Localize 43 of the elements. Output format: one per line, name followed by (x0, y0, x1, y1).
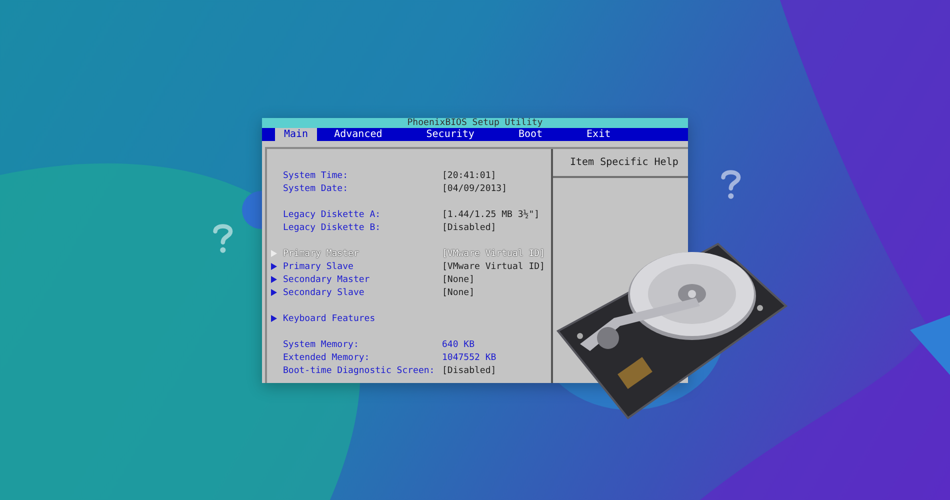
setting-row[interactable]: Secondary Slave [None] (267, 286, 475, 299)
triangle-shape (910, 315, 950, 375)
setting-label: Primary Slave (283, 262, 354, 272)
pointer-icon (271, 315, 277, 322)
setting-row[interactable]: Primary Slave [VMware Virtual ID] (267, 260, 545, 273)
question-mark-icon (719, 168, 743, 200)
setting-label: Boot-time Diagnostic Screen: (283, 366, 436, 376)
setting-value: 1047552 KB (442, 352, 496, 362)
setting-value: [20:41:01] (442, 170, 496, 180)
setting-row[interactable]: Legacy Diskette B: [Disabled] (267, 221, 496, 234)
setting-row[interactable]: System Memory: 640 KB (267, 338, 475, 351)
setting-row[interactable]: Secondary Master [None] (267, 273, 475, 286)
setting-row[interactable]: Extended Memory: 1047552 KB (267, 351, 496, 364)
setting-row[interactable]: Keyboard Features (267, 312, 442, 325)
setting-label: Legacy Diskette B: (283, 222, 382, 232)
setting-value: [None] (442, 274, 475, 284)
menu-tab[interactable]: Advanced (325, 128, 392, 141)
setting-value: 640 KB (442, 340, 475, 350)
setting-label: System Date: (283, 184, 350, 194)
setting-row[interactable]: Legacy Diskette A: [1.44/1.25 MB 3½"] (267, 208, 540, 221)
menu-tab[interactable]: Exit (578, 128, 620, 141)
window-title: PhoenixBIOS Setup Utility (407, 118, 543, 128)
question-mark-icon (211, 222, 235, 254)
menu-tab[interactable]: Security (417, 128, 484, 141)
setting-label: Keyboard Features (283, 314, 376, 324)
setting-label: Legacy Diskette A: (283, 210, 382, 220)
setting-label: System Time: (283, 170, 350, 180)
setting-label: Extended Memory: (283, 352, 371, 362)
menu-tab[interactable]: Boot (509, 128, 552, 141)
setting-value: [Disabled] (442, 222, 496, 232)
setting-label: Secondary Slave (283, 288, 366, 298)
setting-value: [04/09/2013] (442, 184, 508, 194)
setting-value: [Disabled] (442, 366, 496, 376)
setting-row[interactable]: Boot-time Diagnostic Screen: [Disabled] (267, 364, 496, 377)
help-title: Item Specific Help (570, 157, 678, 168)
setting-label: System Memory: (283, 340, 360, 350)
setting-row[interactable]: System Date: [04/09/2013] (267, 182, 508, 195)
setting-value: [None] (442, 288, 475, 298)
menu-tab[interactable]: Main (275, 128, 318, 141)
setting-value: [VMware Virtual ID] (442, 262, 545, 272)
setting-value: [1.44/1.25 MB 3½"] (442, 210, 540, 220)
setting-label: Secondary Master (283, 274, 371, 284)
setting-row[interactable]: System Time: [20:41:01] (267, 169, 496, 182)
